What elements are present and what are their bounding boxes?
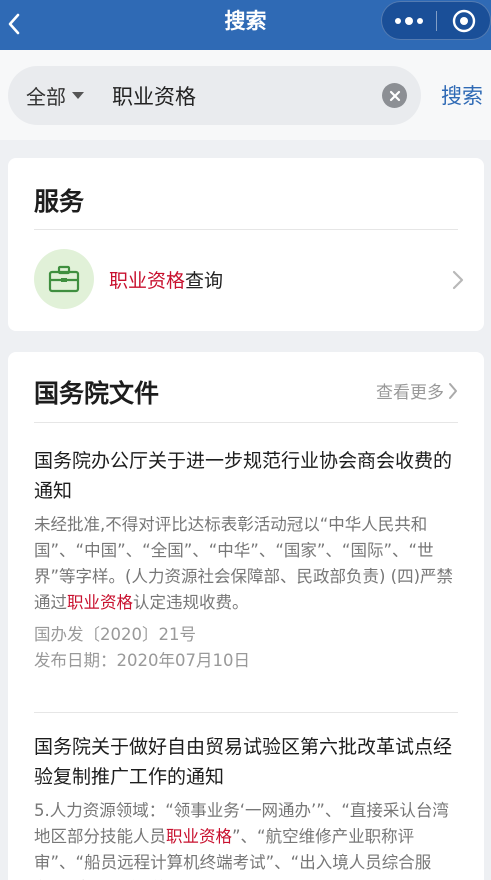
doc-snippet: 5.人力资源领域：“领事业务‘一网通办’”、“直接采认台湾地区部分技能人员职业资… (34, 798, 458, 880)
services-section-title: 服务 (34, 187, 85, 216)
services-card: 服务 职业资格查询 (8, 158, 484, 331)
clear-search-button[interactable] (382, 83, 407, 108)
close-mini-program-button[interactable] (437, 2, 490, 39)
clear-x-icon (389, 90, 400, 101)
doc-item[interactable]: 国务院关于做好自由贸易试验区第六批改革试点经验复制推广工作的通知 5.人力资源领… (34, 732, 458, 880)
see-more-label: 查看更多 (376, 383, 444, 403)
doc-snippet: 未经批准,不得对评比达标表彰活动冠以“中华人民共和国”、“中国”、“全国”、“中… (34, 512, 458, 616)
doc-item[interactable]: 国务院办公厅关于进一步规范行业协会商会收费的通知 未经批准,不得对评比达标表彰活… (34, 446, 458, 674)
service-item-label-rest: 查询 (185, 269, 224, 292)
more-dots-icon (417, 17, 423, 24)
doc-title: 国务院办公厅关于进一步规范行业协会商会收费的通知 (34, 450, 453, 502)
section-divider (34, 229, 458, 230)
doc-publish-date: 发布日期：2020年07月10日 (34, 651, 250, 670)
search-scope-dropdown[interactable]: 全部 (26, 81, 84, 110)
more-dots-icon (395, 17, 401, 24)
see-more-link[interactable]: 查看更多 (376, 378, 458, 403)
chevron-right-icon (449, 382, 457, 399)
search-input[interactable] (112, 83, 362, 108)
docs-section-title: 国务院文件 (34, 379, 160, 408)
nav-bar: 搜索 (0, 0, 491, 50)
doc-divider (34, 712, 458, 713)
keyword-highlight: 职业资格 (67, 593, 133, 612)
service-item-qualification-query[interactable]: 职业资格查询 (34, 248, 464, 310)
search-area: 全部 搜索 (0, 50, 491, 140)
keyword-highlight: 职业资格 (109, 269, 186, 292)
caret-down-icon (72, 92, 84, 99)
section-divider (34, 422, 458, 423)
search-box: 全部 (8, 66, 421, 125)
chevron-right-icon (452, 270, 464, 290)
doc-snippet-text: 认定违规收费。 (133, 593, 249, 612)
target-circle-icon (452, 9, 475, 32)
doc-number: 国办发〔2020〕21号 (34, 625, 196, 644)
more-dots-icon (405, 16, 413, 25)
more-options-button[interactable] (382, 2, 436, 39)
service-item-label: 职业资格查询 (109, 266, 223, 293)
state-council-docs-card: 国务院文件 查看更多 国务院办公厅关于进一步规范行业协会商会收费的通知 未经批准… (8, 352, 484, 880)
keyword-highlight: 职业资格 (166, 827, 232, 846)
doc-meta: 国办发〔2020〕21号 发布日期：2020年07月10日 (34, 622, 458, 674)
search-button[interactable]: 搜索 (441, 80, 483, 110)
briefcase-icon (34, 249, 94, 309)
doc-title: 国务院关于做好自由贸易试验区第六批改革试点经验复制推广工作的通知 (34, 736, 453, 788)
mini-program-capsule (381, 1, 491, 40)
search-scope-label: 全部 (26, 85, 66, 109)
